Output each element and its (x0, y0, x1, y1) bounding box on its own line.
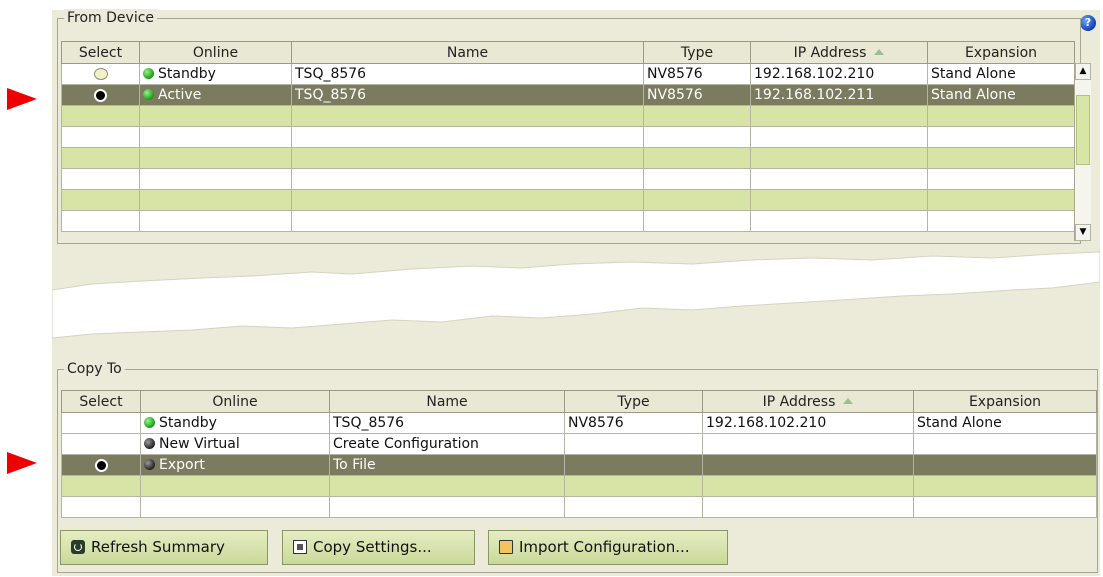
pointer-arrow-icon (7, 88, 37, 110)
table-row-selected[interactable]: Export To File (61, 454, 1097, 476)
copy-settings-button[interactable]: Copy Settings... (282, 530, 475, 565)
empty-row (61, 210, 1075, 232)
copy-to-header-row: Select Online Name Type IP Address Expan… (61, 390, 1097, 413)
online-status: New Virtual (159, 436, 240, 452)
torn-page-divider (52, 248, 1100, 360)
online-status: Active (158, 87, 202, 103)
refresh-summary-button[interactable]: Refresh Summary (60, 530, 268, 565)
expansion: Stand Alone (927, 63, 1075, 85)
scroll-up-icon[interactable]: ▲ (1075, 63, 1091, 80)
ip-address (702, 454, 914, 476)
device-type: NV8576 (564, 412, 703, 434)
copy-to-table: Select Online Name Type IP Address Expan… (61, 390, 1097, 518)
ip-address (702, 433, 914, 455)
device-name: TSQ_8576 (291, 63, 644, 85)
empty-row (61, 168, 1075, 190)
from-device-header-row: Select Online Name Type IP Address Expan… (61, 41, 1075, 64)
col-name[interactable]: Name (291, 41, 644, 64)
ip-address: 192.168.102.210 (702, 412, 914, 434)
status-green-icon (143, 68, 154, 79)
device-name: TSQ_8576 (291, 84, 644, 106)
sort-ascending-icon (874, 48, 885, 55)
from-device-panel: ? From Device Select Online Name Type IP… (52, 9, 1100, 248)
empty-row (61, 105, 1075, 127)
pointer-arrow-icon (7, 452, 37, 474)
col-select[interactable]: Select (61, 41, 140, 64)
expansion: Stand Alone (927, 84, 1075, 106)
col-online[interactable]: Online (139, 41, 292, 64)
device-type: NV8576 (643, 84, 751, 106)
status-green-icon (143, 89, 154, 100)
col-ip-address[interactable]: IP Address (750, 41, 928, 64)
empty-row (61, 496, 1097, 518)
col-expansion[interactable]: Expansion (927, 41, 1075, 64)
from-device-table: Select Online Name Type IP Address Expan… (61, 41, 1075, 232)
device-name: To File (329, 454, 565, 476)
status-green-icon (144, 417, 155, 428)
col-online[interactable]: Online (140, 390, 330, 413)
folder-open-icon (499, 540, 513, 554)
ip-address: 192.168.102.210 (750, 63, 928, 85)
table-row[interactable]: New Virtual Create Configuration (61, 433, 1097, 455)
select-radio[interactable] (93, 68, 108, 80)
device-name: Create Configuration (329, 433, 565, 455)
status-dark-icon (144, 459, 155, 470)
from-device-label: From Device (64, 9, 158, 27)
help-icon[interactable]: ? (1080, 15, 1096, 31)
scroll-down-icon[interactable]: ▼ (1075, 224, 1091, 241)
col-select[interactable]: Select (61, 390, 141, 413)
expansion (913, 454, 1097, 476)
col-type[interactable]: Type (564, 390, 703, 413)
table-row[interactable]: Standby TSQ_8576 NV8576 192.168.102.210 … (61, 412, 1097, 434)
empty-row (61, 147, 1075, 169)
scrollbar-thumb[interactable] (1076, 95, 1090, 165)
col-type[interactable]: Type (643, 41, 751, 64)
selected-radio[interactable] (94, 88, 107, 102)
table-row[interactable]: Standby TSQ_8576 NV8576 192.168.102.210 … (61, 63, 1075, 85)
col-name[interactable]: Name (329, 390, 565, 413)
table-row-selected[interactable]: Active TSQ_8576 NV8576 192.168.102.211 S… (61, 84, 1075, 106)
vertical-scrollbar[interactable]: ▲ ▼ (1074, 63, 1091, 241)
ip-address: 192.168.102.211 (750, 84, 928, 106)
device-type: NV8576 (643, 63, 751, 85)
online-status: Standby (158, 66, 216, 82)
empty-row (61, 126, 1075, 148)
col-ip-address[interactable]: IP Address (702, 390, 914, 413)
selected-radio[interactable] (94, 458, 108, 472)
online-status: Export (159, 457, 205, 473)
copy-to-label: Copy To (64, 360, 125, 378)
device-type (564, 433, 703, 455)
online-status: Standby (159, 415, 217, 431)
sort-ascending-icon (843, 397, 854, 404)
import-configuration-button[interactable]: Import Configuration... (488, 530, 728, 565)
copy-icon (293, 540, 307, 554)
device-name: TSQ_8576 (329, 412, 565, 434)
col-expansion[interactable]: Expansion (913, 390, 1097, 413)
device-type (564, 454, 703, 476)
expansion: Stand Alone (913, 412, 1097, 434)
status-dark-icon (144, 438, 155, 449)
expansion (913, 433, 1097, 455)
empty-row (61, 189, 1075, 211)
refresh-icon (71, 540, 85, 554)
empty-row (61, 475, 1097, 497)
